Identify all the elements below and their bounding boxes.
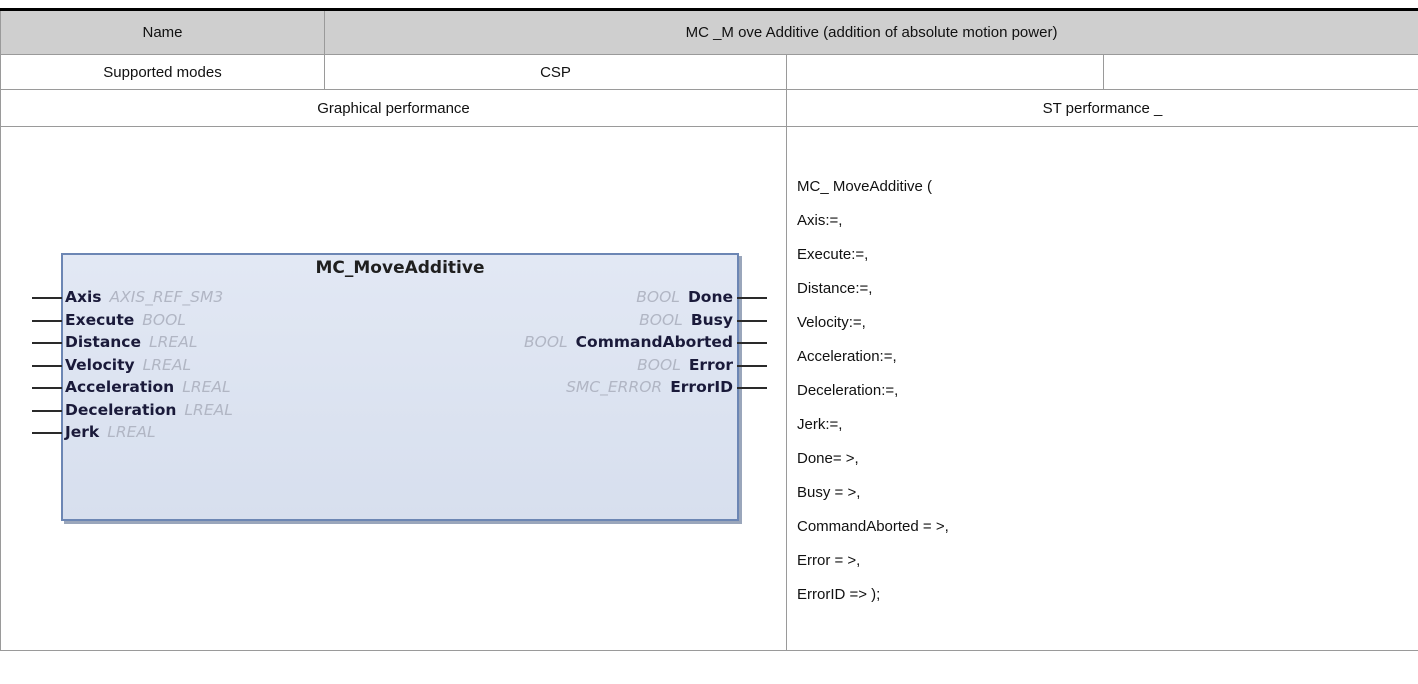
st-line: Done= >, <box>797 449 859 467</box>
fb-input-pin: Distance LREAL <box>65 331 197 353</box>
fb-input-name: Axis <box>65 288 102 306</box>
fb-input-wire <box>32 364 62 367</box>
fb-output-wire <box>737 319 767 322</box>
fb-input-type: AXIS_REF_SM3 <box>109 288 224 306</box>
modes-empty-cell-2 <box>1102 54 1418 90</box>
fb-input-type: BOOL <box>142 310 186 329</box>
fb-output-wire <box>737 364 767 367</box>
fb-output-name: Done <box>687 288 733 306</box>
fb-output-type: BOOL <box>524 333 568 351</box>
name-value: MC _M ove Additive (addition of absolute… <box>323 8 1418 55</box>
fb-input-wire <box>32 409 62 412</box>
fb-output-name: Error <box>688 355 733 374</box>
fb-input-type: LREAL <box>142 355 192 374</box>
spec-table: Name MC _M ove Additive (addition of abs… <box>0 8 1418 651</box>
fb-output-type: BOOL <box>637 355 681 374</box>
fb-input-pin: Velocity LREAL <box>65 354 191 376</box>
fb-input-wire <box>32 432 62 434</box>
st-line: Deceleration:=, <box>797 381 899 399</box>
fb-input-name: Execute <box>65 310 135 329</box>
fb-output-name: Busy <box>690 310 733 329</box>
fb-output-pin: BOOL Error <box>637 354 733 376</box>
modes-empty-cell-1 <box>786 54 1104 90</box>
st-cell: MC_ MoveAdditive ( Axis:=, Execute:=, Dista… <box>785 126 1418 651</box>
fb-input-type: LREAL <box>182 378 231 396</box>
fb-input-wire <box>32 319 62 322</box>
fb-output-type: BOOL <box>639 310 683 329</box>
graphical-header: Graphical performance <box>0 89 787 127</box>
fb-output-type: SMC_ERROR <box>566 378 663 396</box>
fb-output-wire <box>737 387 767 389</box>
st-line: Execute:=, <box>797 245 869 263</box>
function-block-title: MC_MoveAdditive <box>315 258 485 278</box>
name-label: Name <box>0 8 325 55</box>
fb-output-type: BOOL <box>636 288 680 306</box>
graphical-cell: MC_MoveAdditive Axis AXIS_REF_SM3 Execute B… <box>0 126 787 651</box>
fb-input-name: Velocity <box>65 355 135 374</box>
st-line: Velocity:=, <box>797 313 866 331</box>
fb-output-pin: BOOL Done <box>636 286 733 308</box>
fb-output-wire <box>737 297 767 299</box>
st-line: Error = >, <box>797 551 861 569</box>
st-line: Jerk:=, <box>797 415 843 433</box>
st-line: Distance:=, <box>797 279 873 297</box>
fb-output-pin: SMC_ERROR ErrorID <box>566 376 733 398</box>
st-line: MC_ MoveAdditive ( <box>797 177 933 195</box>
fb-input-pin: Execute BOOL <box>65 309 186 331</box>
fb-input-type: LREAL <box>149 333 198 351</box>
fb-input-name: Deceleration <box>65 400 177 419</box>
st-line: CommandAborted = >, <box>797 517 949 535</box>
st-line: Axis:=, <box>797 211 843 229</box>
fb-input-name: Acceleration <box>65 378 175 396</box>
st-line: Acceleration:=, <box>797 347 897 365</box>
fb-input-name: Jerk <box>65 423 100 441</box>
fb-input-pin: Deceleration LREAL <box>65 399 233 421</box>
modes-label: Supported modes <box>0 54 325 90</box>
fb-input-wire <box>32 387 62 389</box>
fb-input-wire <box>32 297 62 299</box>
fb-output-pin: BOOL CommandAborted <box>524 331 733 353</box>
fb-output-name: ErrorID <box>670 378 733 396</box>
fb-input-pin: Acceleration LREAL <box>65 376 231 398</box>
fb-input-name: Distance <box>65 333 142 351</box>
fb-output-name: CommandAborted <box>575 333 733 351</box>
st-line: Busy = >, <box>797 483 861 501</box>
fb-input-pin: Jerk LREAL <box>65 421 156 443</box>
modes-value: CSP <box>324 54 787 90</box>
st-header: ST performance _ <box>785 89 1418 127</box>
fb-output-wire <box>737 342 767 344</box>
fb-input-wire <box>32 342 62 344</box>
fb-input-pin: Axis AXIS_REF_SM3 <box>65 286 223 308</box>
function-block: MC_MoveAdditive Axis AXIS_REF_SM3 Execute B… <box>61 253 739 521</box>
fb-input-type: LREAL <box>107 423 156 441</box>
fb-input-type: LREAL <box>184 400 233 419</box>
st-line: ErrorID => ); <box>797 585 881 603</box>
fb-output-pin: BOOL Busy <box>639 309 733 331</box>
